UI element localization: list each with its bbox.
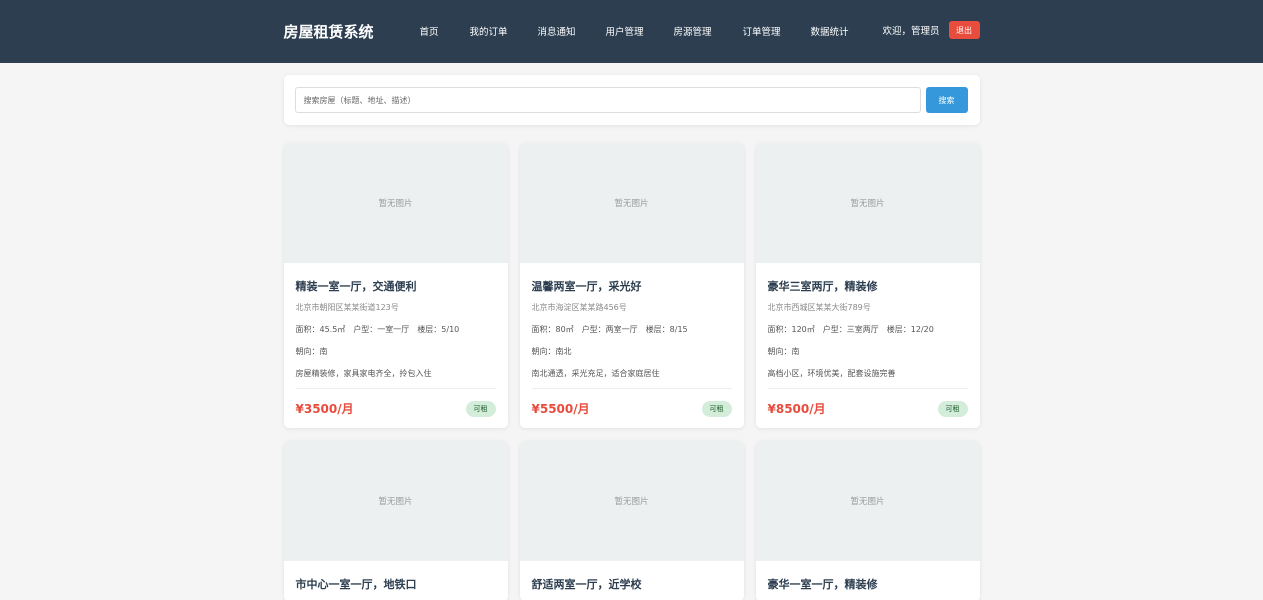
no-image-text: 暂无图片 <box>614 199 649 209</box>
nav-listing-management[interactable]: 房源管理 <box>674 24 743 38</box>
listing-title[interactable]: 市中心一室一厅，地铁口 <box>296 576 496 592</box>
listing-specs: 面积：45.5㎡ 户型：一室一厅 楼层：5/10 <box>296 324 496 335</box>
listing-address: 北京市西城区某某大街789号 <box>767 303 871 312</box>
user-area: 欢迎，管理员 退出 <box>883 21 980 39</box>
listing-specs: 面积：80㎡ 户型：两室一厅 楼层：8/15 <box>532 324 732 335</box>
listing-area: 面积：80㎡ <box>531 325 574 334</box>
logout-button[interactable]: 退出 <box>948 21 980 39</box>
listing-description: 房屋精装修，家具家电齐全，拎包入住 <box>295 369 432 378</box>
listing-body: 豪华三室两厅，精装修 北京市西城区某某大街789号 面积：120㎡ 户型：三室两厅… <box>756 263 980 428</box>
listing-image-placeholder: 暂无图片 <box>283 143 508 263</box>
listing-price: ¥3500/月 <box>295 402 354 416</box>
nav-order-management[interactable]: 订单管理 <box>743 24 811 38</box>
no-image-text: 暂无图片 <box>850 199 885 209</box>
status-badge: 可租 <box>701 400 732 417</box>
listing-area: 面积：120㎡ <box>767 325 815 334</box>
listing-footer: ¥5500/月 可租 <box>531 388 732 428</box>
listing-orientation: 朝向：南北 <box>531 347 572 356</box>
search-input[interactable] <box>294 87 921 113</box>
no-image-text: 暂无图片 <box>378 497 413 507</box>
listing-title[interactable]: 豪华一室一厅，精装修 <box>768 576 968 592</box>
listing-layout: 户型：一室一厅 <box>353 325 410 334</box>
no-image-text: 暂无图片 <box>378 199 413 209</box>
listing-card[interactable]: 暂无图片 温馨两室一厅，采光好 北京市海淀区某某路456号 面积：80㎡ 户型：两… <box>519 143 744 428</box>
search-button[interactable]: 搜索 <box>925 87 968 113</box>
nav-home[interactable]: 首页 <box>420 24 470 38</box>
nav-my-orders[interactable]: 我的订单 <box>470 24 538 38</box>
search-panel: 搜索 <box>283 75 980 125</box>
nav-statistics[interactable]: 数据统计 <box>811 24 871 38</box>
listing-title[interactable]: 精装一室一厅，交通便利 <box>296 278 496 294</box>
listing-layout: 户型：两室一厅 <box>581 325 638 334</box>
nav-user-management[interactable]: 用户管理 <box>606 24 674 38</box>
top-navbar: 房屋租赁系统 首页 我的订单 消息通知 用户管理 房源管理 订单管理 数据统计 … <box>0 0 1263 63</box>
listing-footer: ¥8500/月 可租 <box>767 388 968 428</box>
listing-title[interactable]: 豪华三室两厅，精装修 <box>768 278 968 294</box>
listing-body: 市中心一室一厅，地铁口 <box>284 561 508 592</box>
listing-body: 舒适两室一厅，近学校 <box>520 561 744 592</box>
listing-title[interactable]: 温馨两室一厅，采光好 <box>532 278 732 294</box>
listing-orientation: 朝向：南 <box>767 347 800 356</box>
listing-body: 精装一室一厅，交通便利 北京市朝阳区某某街道123号 面积：45.5㎡ 户型：一室… <box>284 263 508 428</box>
listing-footer: ¥3500/月 可租 <box>295 388 496 428</box>
listing-card[interactable]: 暂无图片 豪华三室两厅，精装修 北京市西城区某某大街789号 面积：120㎡ 户型… <box>755 143 980 428</box>
listing-image-placeholder: 暂无图片 <box>519 441 744 561</box>
listing-address: 北京市朝阳区某某街道123号 <box>295 303 399 312</box>
no-image-text: 暂无图片 <box>850 497 885 507</box>
listing-price: ¥8500/月 <box>767 402 826 416</box>
listing-area: 面积：45.5㎡ <box>295 325 346 334</box>
listing-card[interactable]: 暂无图片 舒适两室一厅，近学校 <box>519 441 744 600</box>
listing-card[interactable]: 暂无图片 精装一室一厅，交通便利 北京市朝阳区某某街道123号 面积：45.5㎡… <box>283 143 508 428</box>
navbar-inner: 房屋租赁系统 首页 我的订单 消息通知 用户管理 房源管理 订单管理 数据统计 … <box>284 0 980 63</box>
status-badge: 可租 <box>937 400 968 417</box>
listing-image-placeholder: 暂无图片 <box>755 143 980 263</box>
listing-address: 北京市海淀区某某路456号 <box>531 303 627 312</box>
welcome-text: 欢迎，管理员 <box>882 26 940 37</box>
nav-notifications[interactable]: 消息通知 <box>538 24 606 38</box>
listing-body: 温馨两室一厅，采光好 北京市海淀区某某路456号 面积：80㎡ 户型：两室一厅 楼层… <box>520 263 744 428</box>
listing-card[interactable]: 暂无图片 市中心一室一厅，地铁口 <box>283 441 508 600</box>
listing-image-placeholder: 暂无图片 <box>755 441 980 561</box>
listing-orientation: 朝向：南 <box>295 347 328 356</box>
app-logo[interactable]: 房屋租赁系统 <box>284 21 374 42</box>
listing-description: 南北通透，采光充足，适合家庭居住 <box>531 369 660 378</box>
no-image-text: 暂无图片 <box>614 497 649 507</box>
listing-specs: 面积：120㎡ 户型：三室两厅 楼层：12/20 <box>768 324 968 335</box>
listing-body: 豪华一室一厅，精装修 <box>756 561 980 592</box>
status-badge: 可租 <box>465 400 496 417</box>
listing-floor: 楼层：12/20 <box>886 325 934 334</box>
listing-image-placeholder: 暂无图片 <box>283 441 508 561</box>
listing-layout: 户型：三室两厅 <box>822 325 879 334</box>
listing-price: ¥5500/月 <box>531 402 590 416</box>
listing-description: 高档小区，环境优美，配套设施完善 <box>767 369 896 378</box>
listing-floor: 楼层：8/15 <box>645 325 688 334</box>
main-nav: 首页 我的订单 消息通知 用户管理 房源管理 订单管理 数据统计 <box>420 24 871 38</box>
listing-card[interactable]: 暂无图片 豪华一室一厅，精装修 <box>755 441 980 600</box>
listing-floor: 楼层：5/10 <box>417 325 460 334</box>
listing-image-placeholder: 暂无图片 <box>519 143 744 263</box>
listing-title[interactable]: 舒适两室一厅，近学校 <box>532 576 732 592</box>
